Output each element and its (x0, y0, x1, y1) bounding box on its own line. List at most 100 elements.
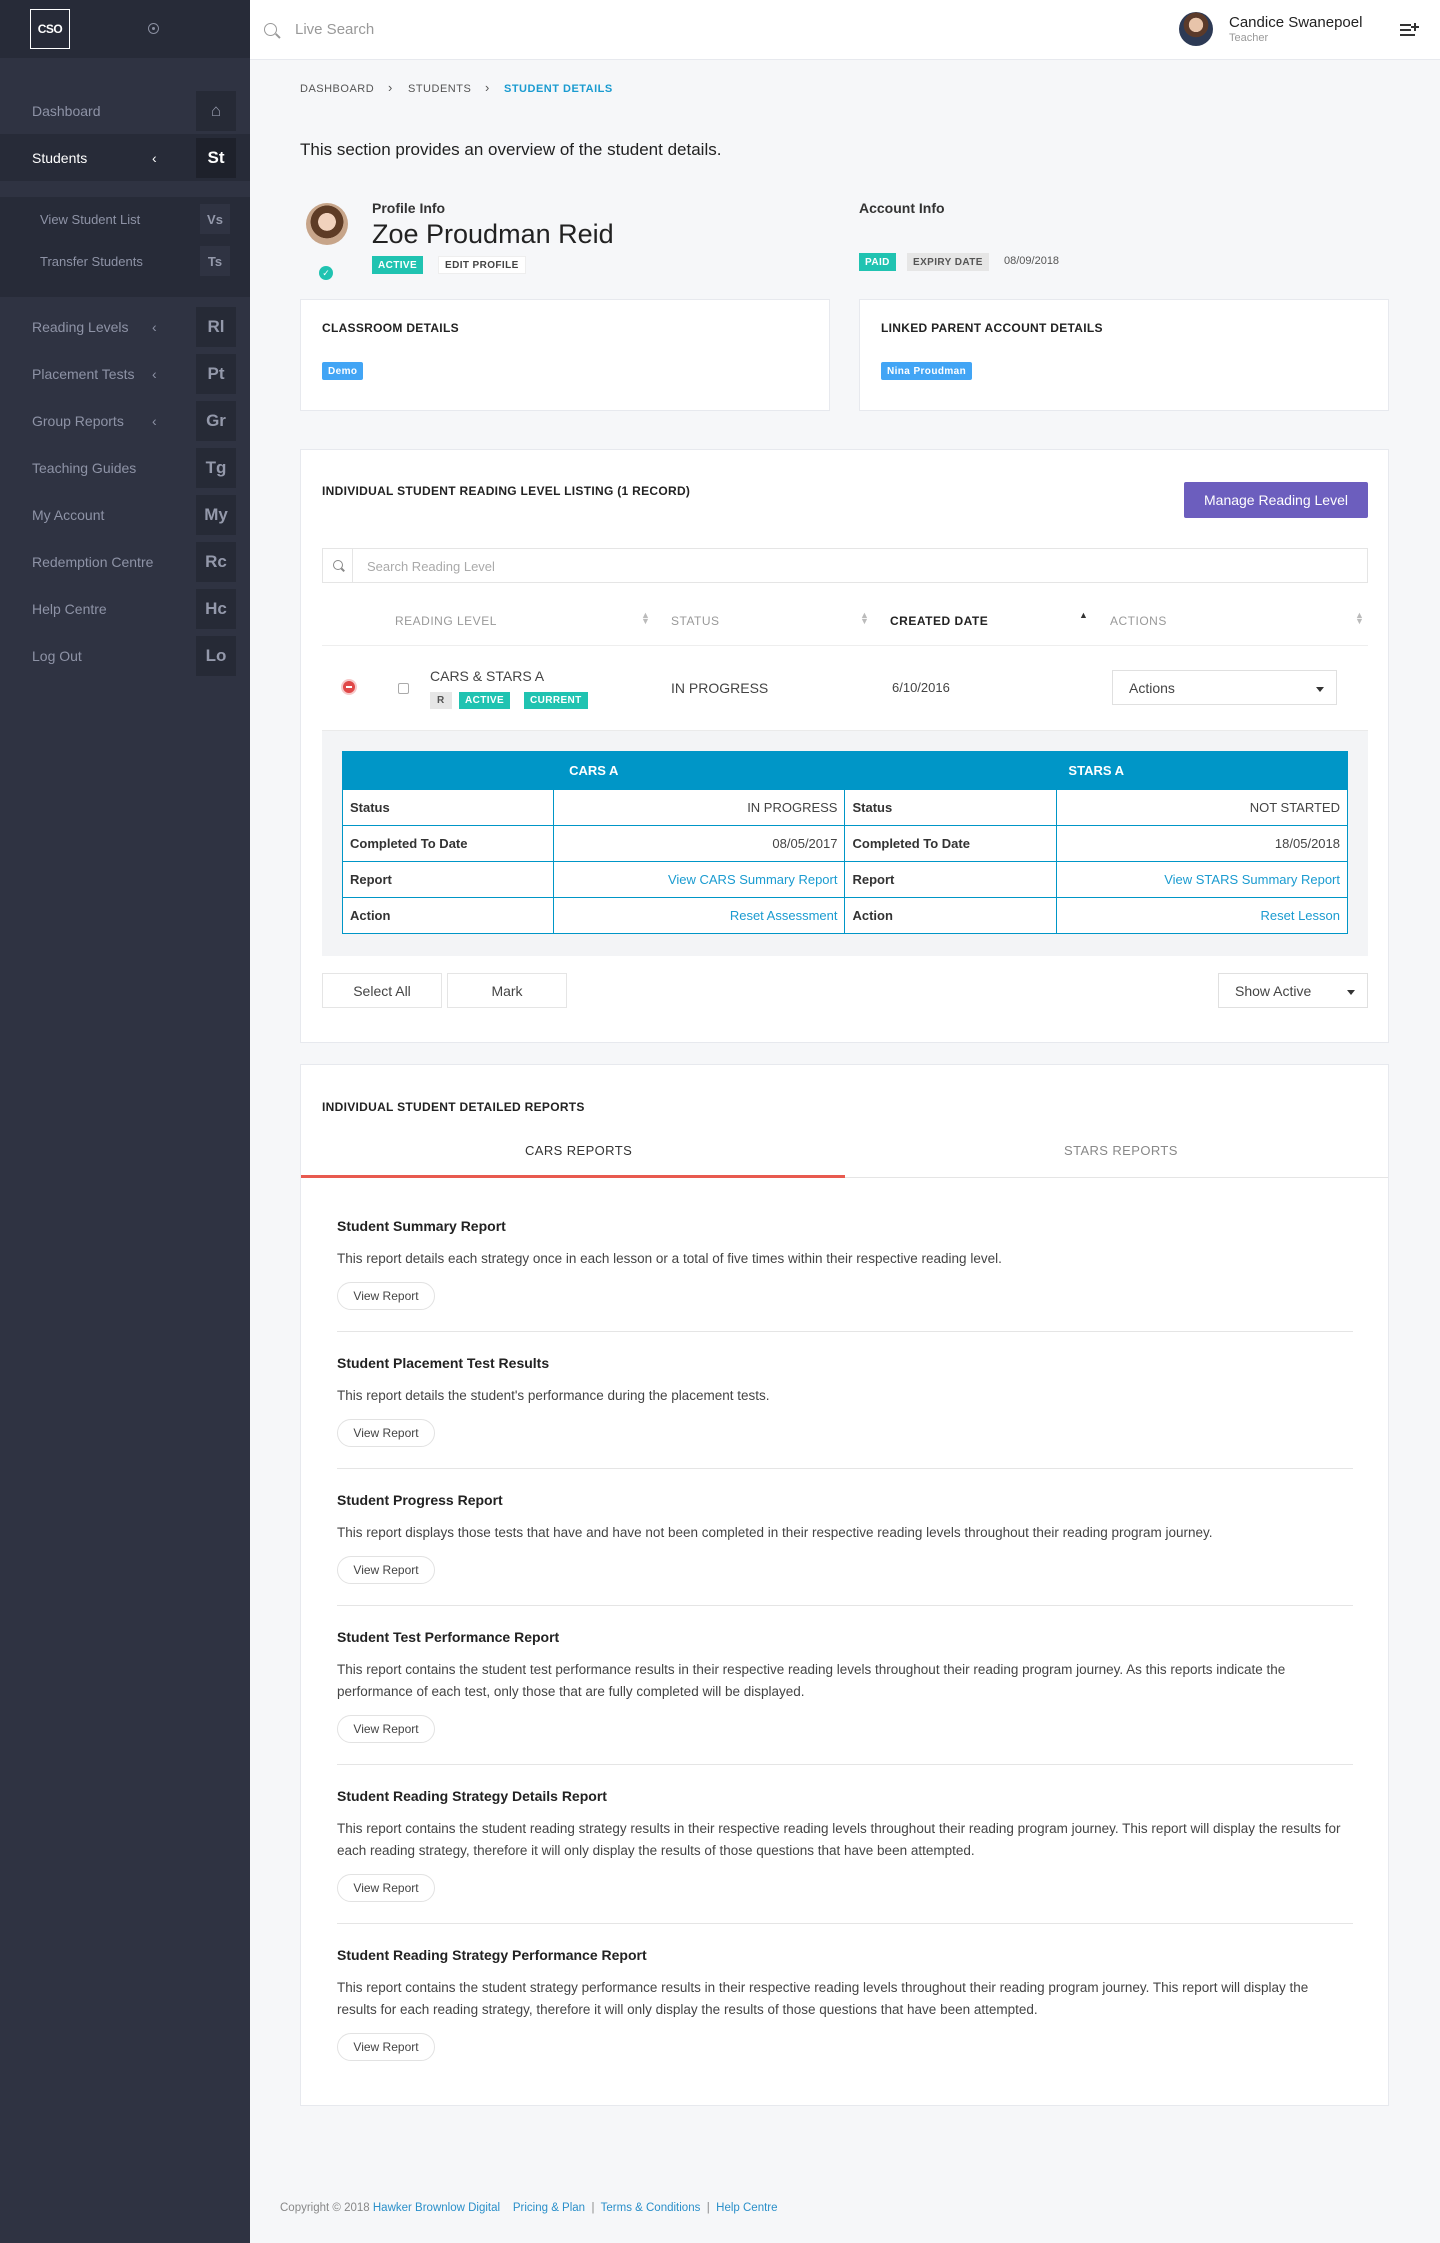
cars-value: IN PROGRESS (553, 789, 846, 826)
mark-button[interactable]: Mark (447, 973, 567, 1008)
tag-current: CURRENT (524, 692, 588, 709)
terms-conditions-link[interactable]: Terms & Conditions (601, 2202, 701, 2214)
classroom-details-card: CLASSROOM DETAILS Demo (300, 299, 830, 411)
view-report-button[interactable]: View Report (337, 1282, 435, 1310)
chevron-left-icon: ‹ (152, 318, 157, 335)
sidebar-item-help-centre[interactable]: Help Centre Hc (0, 585, 250, 632)
search-icon[interactable] (264, 23, 277, 36)
reset-assessment-link[interactable]: Reset Assessment (553, 897, 846, 934)
view-report-button[interactable]: View Report (337, 2033, 435, 2061)
user-name[interactable]: Candice Swanepoel (1229, 14, 1362, 31)
divider (337, 1923, 1353, 1924)
column-header-actions[interactable]: ACTIONS (1110, 614, 1167, 628)
detailed-reports-title: INDIVIDUAL STUDENT DETAILED REPORTS (322, 1100, 585, 1114)
view-report-button[interactable]: View Report (337, 1874, 435, 1902)
sidebar-item-teaching-guides[interactable]: Teaching Guides Tg (0, 444, 250, 491)
help-centre-link[interactable]: Help Centre (716, 2202, 777, 2214)
view-report-button[interactable]: View Report (337, 1556, 435, 1584)
view-cars-summary-report-link[interactable]: View CARS Summary Report (553, 861, 846, 898)
account-info-heading: Account Info (859, 200, 945, 216)
pricing-plan-link[interactable]: Pricing & Plan (513, 2202, 585, 2214)
report-title: Student Reading Strategy Performance Rep… (337, 1947, 647, 1963)
sidebar-item-log-out[interactable]: Log Out Lo (0, 632, 250, 679)
parent-tag[interactable]: Nina Proudman (881, 362, 973, 380)
status-badge: ACTIVE (372, 256, 424, 274)
page-intro: This section provides an overview of the… (300, 140, 722, 159)
report-description: This report displays those tests that ha… (337, 1525, 1213, 1540)
company-link[interactable]: Hawker Brownlow Digital (373, 2202, 500, 2214)
chevron-left-icon: ‹ (152, 149, 157, 166)
reading-level-detail-table: CARS A STARS A Status IN PROGRESS Status… (341, 751, 1349, 934)
footer: Copyright © 2018 Hawker Brownlow Digital… (280, 2202, 778, 2214)
view-report-button[interactable]: View Report (337, 1715, 435, 1743)
reset-lesson-link[interactable]: Reset Lesson (1055, 897, 1349, 934)
cars-key: Status (341, 789, 555, 826)
sidebar-item-abbr: Tg (196, 447, 236, 488)
sidebar-item-my-account[interactable]: My Account My (0, 491, 250, 538)
sort-icon[interactable]: ▲ ▼ (641, 611, 650, 626)
sidebar-toggle-icon[interactable] (148, 23, 159, 34)
column-header-reading-level[interactable]: READING LEVEL (395, 614, 497, 628)
sidebar-item-label: Help Centre (32, 600, 107, 617)
sidebar-item-students[interactable]: Students ‹ St (0, 134, 250, 181)
row-checkbox[interactable] (398, 683, 409, 694)
report-title: Student Test Performance Report (337, 1629, 560, 1645)
view-stars-summary-report-link[interactable]: View STARS Summary Report (1055, 861, 1349, 898)
report-description: This report contains the student strateg… (337, 1980, 1309, 2017)
manage-reading-level-button[interactable]: Manage Reading Level (1184, 482, 1368, 518)
profile-info-heading: Profile Info (372, 200, 446, 216)
reading-level-search-input[interactable]: Search Reading Level (367, 559, 495, 574)
show-active-label: Show Active (1235, 983, 1312, 999)
stars-value: NOT STARTED (1055, 789, 1349, 826)
stars-value: 18/05/2018 (1055, 825, 1349, 862)
view-report-button[interactable]: View Report (337, 1419, 435, 1447)
reading-level-search[interactable]: Search Reading Level (322, 548, 1368, 583)
sidebar-item-dashboard[interactable]: Dashboard ⌂ (0, 87, 250, 134)
edit-profile-button[interactable]: EDIT PROFILE (438, 256, 526, 274)
live-search-input[interactable]: Live Search (295, 21, 374, 38)
caret-down-icon (1347, 990, 1355, 995)
sort-icon[interactable]: ▲ ▼ (1355, 611, 1364, 626)
sort-icon[interactable]: ▲ ▼ (860, 611, 869, 626)
show-active-dropdown[interactable]: Show Active (1218, 973, 1368, 1008)
stars-key: Status (844, 789, 1057, 826)
report-title: Student Placement Test Results (337, 1355, 550, 1371)
sidebar-item-abbr: Lo (196, 635, 236, 676)
sidebar-item-label: Dashboard (32, 102, 101, 119)
column-header-created-date[interactable]: CREATED DATE (890, 614, 988, 628)
breadcrumb-students[interactable]: STUDENTS (408, 83, 471, 95)
classroom-tag[interactable]: Demo (322, 362, 364, 380)
app-logo[interactable]: CSO (30, 9, 70, 49)
sidebar-item-placement-tests[interactable]: Placement Tests ‹ Pt (0, 350, 250, 397)
select-all-button[interactable]: Select All (322, 973, 442, 1008)
sidebar-item-abbr: Rc (196, 541, 236, 582)
tab-cars-reports[interactable]: CARS REPORTS (525, 1143, 632, 1158)
sidebar-item-redemption-centre[interactable]: Redemption Centre Rc (0, 538, 250, 585)
chevron-left-icon: ‹ (152, 412, 157, 429)
tab-stars-reports[interactable]: STARS REPORTS (1064, 1143, 1178, 1158)
sort-ascending-icon[interactable]: ▲ (1079, 611, 1088, 620)
chevron-left-icon: ‹ (152, 365, 157, 382)
sidebar-item-reading-levels[interactable]: Reading Levels ‹ Rl (0, 303, 250, 350)
stars-key: Report (844, 861, 1057, 898)
sidebar-subitem-view-student-list[interactable]: View Student List Vs (0, 199, 250, 239)
chevron-right-icon: › (388, 80, 393, 95)
breadcrumb-dashboard[interactable]: DASHBOARD (300, 83, 374, 95)
linked-parent-card: LINKED PARENT ACCOUNT DETAILS Nina Proud… (859, 299, 1389, 411)
sidebar-item-group-reports[interactable]: Group Reports ‹ Gr (0, 397, 250, 444)
detail-row: Status IN PROGRESS Status NOT STARTED (341, 789, 1349, 826)
column-header-status[interactable]: STATUS (671, 614, 720, 628)
collapse-row-icon[interactable] (341, 679, 357, 695)
sidebar-subitem-transfer-students[interactable]: Transfer Students Ts (0, 241, 250, 281)
row-actions-dropdown[interactable]: Actions (1112, 670, 1337, 705)
tag-active: ACTIVE (459, 692, 511, 709)
caret-down-icon (1316, 687, 1324, 692)
verified-check-icon: ✓ (319, 266, 333, 280)
sidebar-subitem-abbr: Vs (200, 204, 230, 234)
menu-add-icon[interactable] (1400, 21, 1419, 39)
user-avatar[interactable] (1179, 12, 1213, 46)
stars-key: Completed To Date (844, 825, 1057, 862)
stars-key: Action (844, 897, 1057, 934)
report-description: This report contains the student test pe… (337, 1662, 1286, 1699)
student-avatar (306, 203, 348, 245)
